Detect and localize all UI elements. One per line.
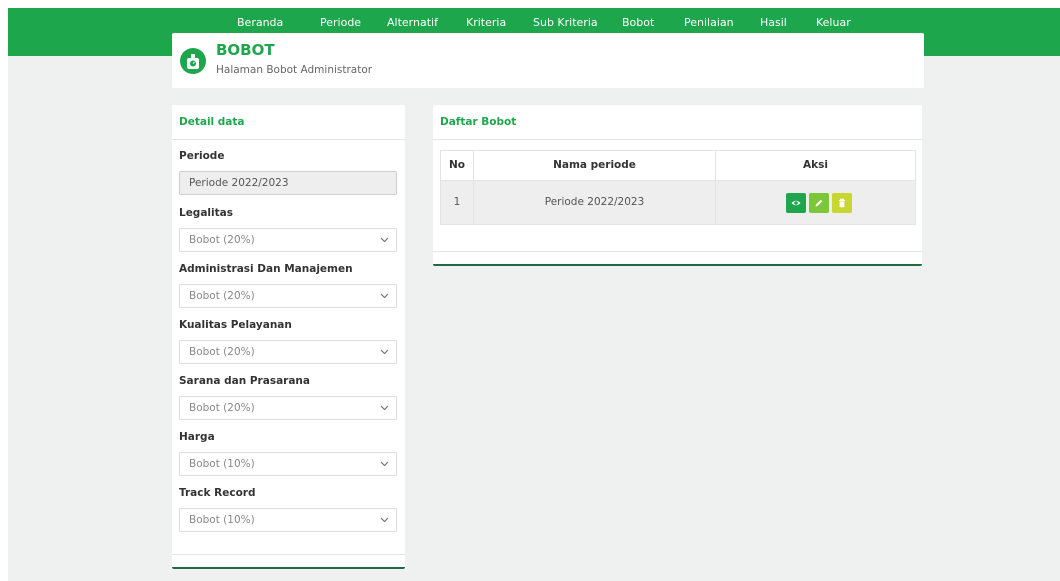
nav-item-beranda[interactable]: Beranda [237, 14, 283, 32]
daftar-bobot-title: Daftar Bobot [440, 116, 517, 128]
nav-item-penilaian[interactable]: Penilaian [684, 14, 734, 32]
detail-data-title: Detail data [179, 116, 245, 128]
trash-icon [839, 198, 845, 208]
chevron-down-icon [380, 517, 389, 523]
pencil-icon [815, 199, 823, 207]
legalitas-label: Legalitas [179, 207, 233, 219]
column-header-nama-periode: Nama periode [553, 159, 636, 171]
nav-item-periode[interactable]: Periode [320, 14, 361, 32]
nav-item-sub-kriteria[interactable]: Sub Kriteria [533, 14, 598, 32]
detail-data-header: Detail data [172, 105, 405, 140]
daftar-bobot-card: Daftar Bobot No Nama periode Aksi 1 Peri… [433, 105, 922, 266]
delete-button[interactable] [832, 193, 852, 213]
daftar-bobot-header: Daftar Bobot [433, 105, 922, 140]
chevron-down-icon [380, 405, 389, 411]
view-button[interactable] [786, 193, 806, 213]
scale-icon [180, 48, 206, 74]
nav-item-kriteria[interactable]: Kriteria [466, 14, 506, 32]
column-divider [715, 181, 716, 224]
legalitas-select[interactable]: Bobot (20%) [179, 228, 397, 252]
nav-item-bobot[interactable]: Bobot [622, 14, 654, 32]
harga-select-value: Bobot (10%) [189, 458, 255, 470]
chevron-down-icon [380, 237, 389, 243]
track-record-select-value: Bobot (10%) [189, 514, 255, 526]
column-header-no: No [448, 159, 465, 171]
track-record-select[interactable]: Bobot (10%) [179, 508, 397, 532]
table-header-row: No Nama periode Aksi [440, 150, 916, 181]
bobot-table: No Nama periode Aksi 1 Periode 2022/2023 [440, 150, 916, 226]
sarana-prasarana-select[interactable]: Bobot (20%) [179, 396, 397, 420]
administrasi-label: Administrasi Dan Manajemen [179, 263, 353, 275]
harga-label: Harga [179, 431, 215, 443]
periode-field[interactable]: Periode 2022/2023 [179, 171, 397, 195]
chevron-down-icon [380, 461, 389, 467]
chevron-down-icon [380, 293, 389, 299]
kualitas-pelayanan-label: Kualitas Pelayanan [179, 319, 292, 331]
detail-data-card: Detail data Periode Periode 2022/2023 Le… [172, 105, 405, 569]
legalitas-select-value: Bobot (20%) [189, 234, 255, 246]
track-record-label: Track Record [179, 487, 256, 499]
card-footer-divider [433, 251, 922, 252]
periode-label: Periode [179, 150, 225, 162]
cell-nama-periode: Periode 2022/2023 [544, 196, 645, 208]
chevron-down-icon [380, 349, 389, 355]
kualitas-pelayanan-select[interactable]: Bobot (20%) [179, 340, 397, 364]
page-background: Beranda Periode Alternatif Kriteria Sub … [8, 8, 1060, 581]
column-header-aksi: Aksi [803, 159, 828, 171]
nav-item-alternatif[interactable]: Alternatif [387, 14, 438, 32]
administrasi-select-value: Bobot (20%) [189, 290, 255, 302]
sarana-prasarana-label: Sarana dan Prasarana [179, 375, 310, 387]
main-nav: Beranda Periode Alternatif Kriteria Sub … [8, 14, 1060, 32]
nav-item-hasil[interactable]: Hasil [760, 14, 787, 32]
nav-item-keluar[interactable]: Keluar [816, 14, 851, 32]
administrasi-select[interactable]: Bobot (20%) [179, 284, 397, 308]
sarana-prasarana-select-value: Bobot (20%) [189, 402, 255, 414]
card-footer-divider [172, 554, 405, 555]
page-subtitle: Halaman Bobot Administrator [216, 64, 373, 76]
page-header: BOBOT Halaman Bobot Administrator [172, 33, 924, 88]
harga-select[interactable]: Bobot (10%) [179, 452, 397, 476]
kualitas-pelayanan-select-value: Bobot (20%) [189, 346, 255, 358]
page-title: BOBOT [216, 41, 275, 59]
cell-no: 1 [453, 196, 461, 208]
edit-button[interactable] [809, 193, 829, 213]
eye-icon [791, 200, 801, 206]
table-row: 1 Periode 2022/2023 [440, 181, 916, 225]
